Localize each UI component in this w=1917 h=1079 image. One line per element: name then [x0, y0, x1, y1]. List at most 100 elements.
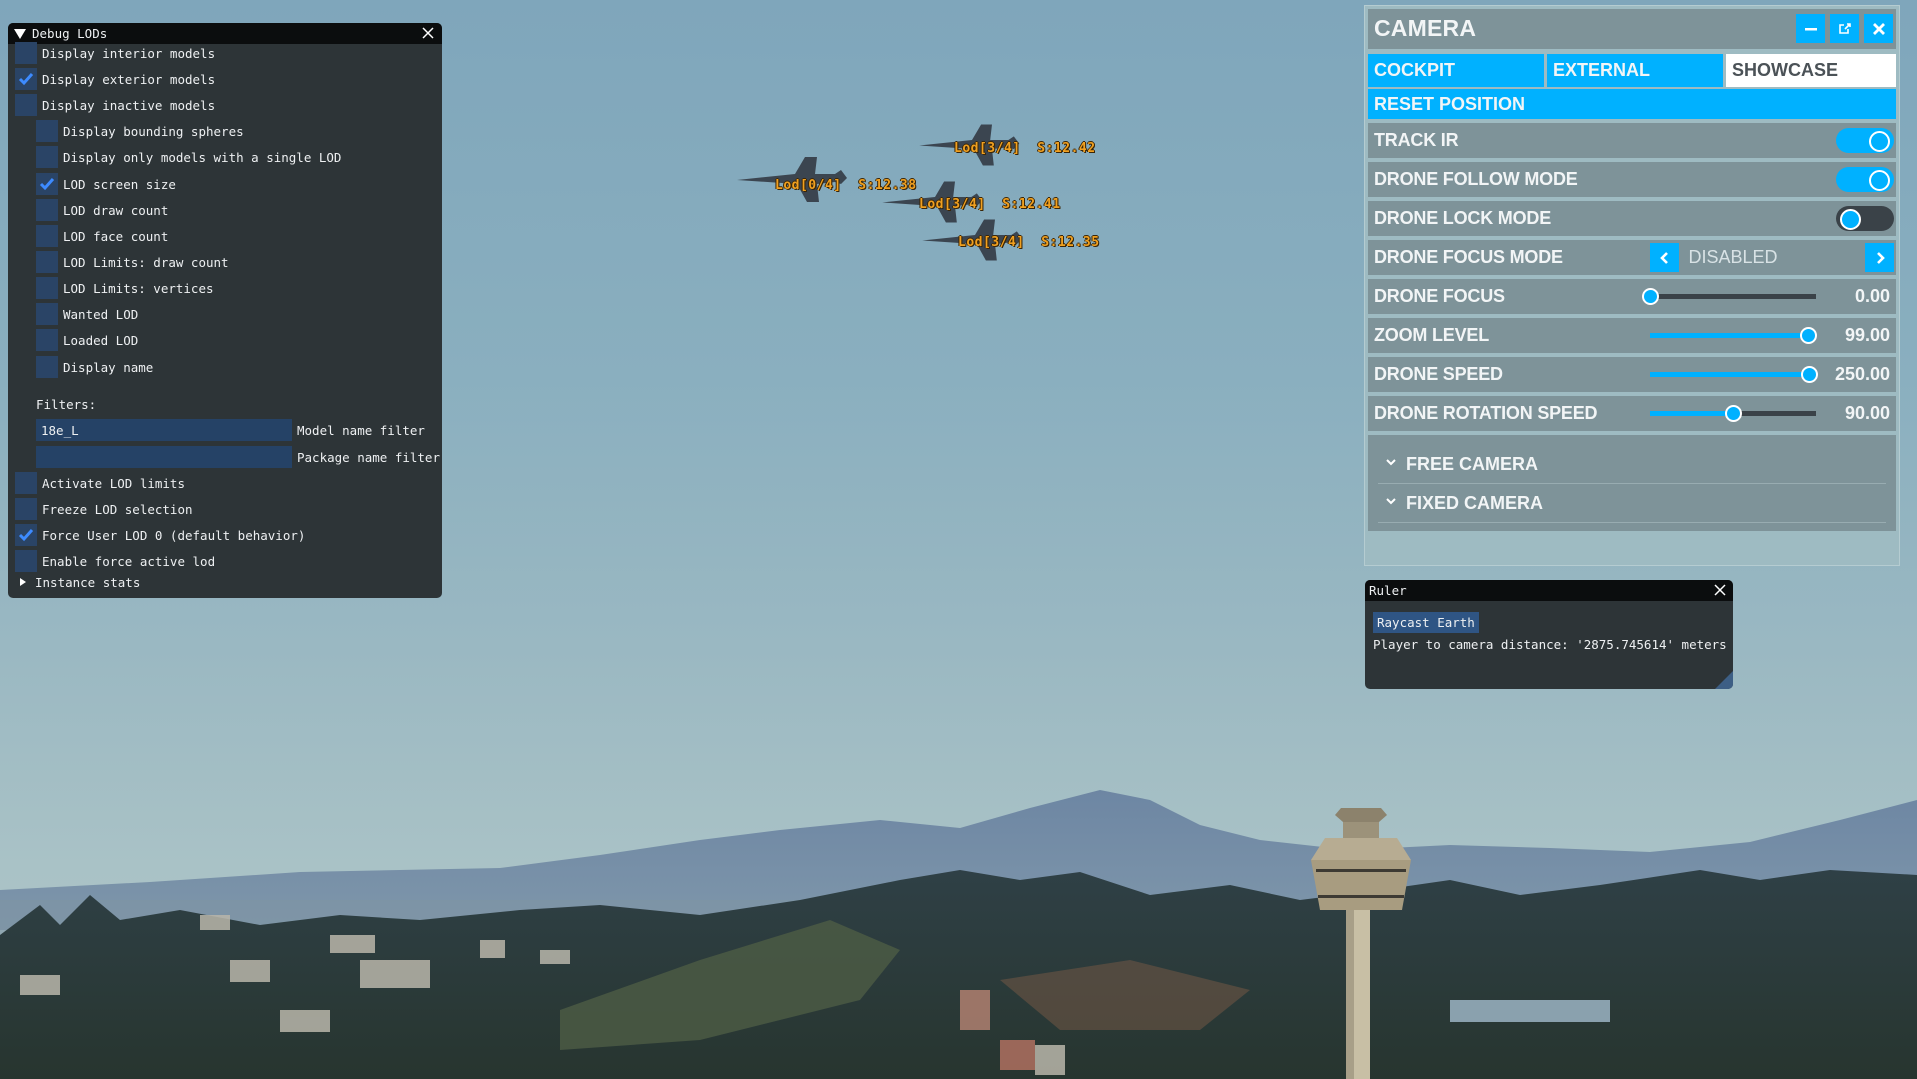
close-icon[interactable]	[420, 25, 436, 41]
debug-option-checkbox[interactable]: Display only models with a single LOD	[36, 146, 341, 168]
focus-mode-next-button[interactable]	[1865, 243, 1894, 272]
checkbox-label: Display bounding spheres	[63, 123, 244, 139]
debug-option-checkbox[interactable]: LOD Limits: draw count	[36, 251, 229, 273]
close-button[interactable]	[1864, 14, 1893, 43]
ruler-titlebar[interactable]: Ruler	[1365, 580, 1733, 601]
checkbox[interactable]	[36, 199, 58, 221]
model-name-filter-input[interactable]	[36, 419, 292, 441]
debug-option-checkbox[interactable]: Force User LOD 0 (default behavior)	[15, 524, 305, 546]
minimize-button[interactable]	[1796, 14, 1825, 43]
checkbox[interactable]	[15, 524, 37, 546]
debug-option-checkbox[interactable]: Freeze LOD selection	[15, 498, 193, 520]
checkbox-label: Enable force active lod	[42, 553, 216, 569]
debug-option-checkbox[interactable]: Display inactive models	[15, 94, 215, 116]
package-name-filter-input[interactable]	[36, 446, 292, 468]
checkbox[interactable]	[36, 146, 58, 168]
panel-title: Debug LODs	[32, 26, 108, 41]
section-fixed-camera[interactable]: FIXED CAMERA	[1378, 484, 1886, 523]
debug-option-checkbox[interactable]: LOD Limits: vertices	[36, 277, 214, 299]
close-icon[interactable]	[1713, 583, 1727, 597]
checkbox-label: LOD draw count	[63, 202, 169, 218]
checkbox[interactable]	[36, 225, 58, 247]
debug-lods-titlebar[interactable]: Debug LODs	[8, 23, 442, 44]
slider-thumb[interactable]	[1642, 288, 1659, 305]
external-window-icon	[1838, 22, 1851, 34]
debug-option-checkbox[interactable]: Enable force active lod	[15, 550, 215, 572]
checkbox[interactable]	[36, 356, 58, 378]
panel-title: CAMERA	[1374, 15, 1477, 41]
debug-option-checkbox[interactable]: LOD face count	[36, 225, 168, 247]
checkbox[interactable]	[36, 251, 58, 273]
drone-follow-mode-toggle[interactable]	[1836, 167, 1894, 192]
setting-row-drone-rotation-speed: DRONE ROTATION SPEED 90.00	[1368, 396, 1896, 431]
checkmark-icon	[18, 73, 34, 86]
checkbox-label: Display name	[63, 359, 154, 375]
checkbox[interactable]	[36, 120, 58, 142]
close-icon	[1872, 22, 1885, 35]
debug-option-checkbox[interactable]: Display exterior models	[15, 68, 215, 90]
checkbox[interactable]	[36, 277, 58, 299]
drone-rotation-speed-value: 90.00	[1844, 403, 1890, 423]
slider-thumb[interactable]	[1725, 405, 1742, 422]
debug-option-checkbox[interactable]: Wanted LOD	[36, 303, 138, 325]
checkbox-label: Loaded LOD	[63, 332, 139, 348]
debug-option-checkbox[interactable]: Display bounding spheres	[36, 120, 244, 142]
checkbox[interactable]	[15, 68, 37, 90]
zoom-level-value: 99.00	[1844, 325, 1890, 345]
checkbox[interactable]	[15, 550, 37, 572]
section-free-camera[interactable]: FREE CAMERA	[1378, 445, 1886, 484]
lake	[1450, 1000, 1610, 1022]
collapse-triangle-icon[interactable]	[14, 28, 26, 39]
tab-external[interactable]: EXTERNAL	[1547, 54, 1723, 87]
checkbox[interactable]	[36, 173, 58, 195]
slider-thumb[interactable]	[1799, 327, 1817, 344]
checkbox[interactable]	[15, 498, 37, 520]
drone-focus-slider[interactable]	[1642, 288, 1816, 305]
checkbox[interactable]	[36, 303, 58, 325]
slider-thumb[interactable]	[1801, 366, 1819, 383]
debug-option-checkbox[interactable]: Display interior models	[15, 42, 215, 64]
debug-option-checkbox[interactable]: Loaded LOD	[36, 329, 138, 351]
checkbox-label: Display interior models	[42, 45, 216, 61]
checkbox-label: Force User LOD 0 (default behavior)	[42, 527, 306, 543]
resize-grip[interactable]	[1715, 671, 1733, 689]
track-ir-toggle[interactable]	[1836, 128, 1894, 153]
instance-stats-tree-node[interactable]: Instance stats	[18, 571, 140, 593]
camera-titlebar: CAMERA	[1368, 9, 1896, 49]
checkbox[interactable]	[15, 42, 37, 64]
drone-lock-mode-toggle[interactable]	[1836, 206, 1894, 231]
camera-sections: FREE CAMERA FIXED CAMERA	[1368, 435, 1896, 531]
setting-row-drone-speed: DRONE SPEED 250.00	[1368, 357, 1896, 392]
checkbox-label: Display only models with a single LOD	[63, 149, 342, 165]
zoom-level-slider[interactable]	[1650, 327, 1817, 344]
setting-row-drone-focus: DRONE FOCUS 0.00	[1368, 279, 1896, 314]
checkbox[interactable]	[36, 329, 58, 351]
drone-speed-slider[interactable]	[1650, 366, 1819, 383]
checkbox-label: Wanted LOD	[63, 306, 139, 322]
ruler-panel: Ruler Raycast Earth Player to camera dis…	[1365, 580, 1733, 689]
model-name-filter-label: Model name filter	[297, 422, 425, 438]
checkbox-label: LOD face count	[63, 228, 169, 244]
checkbox-label: Display exterior models	[42, 71, 216, 87]
checkmark-icon	[39, 178, 55, 191]
expand-triangle-icon[interactable]	[18, 577, 28, 587]
tab-cockpit[interactable]: COCKPIT	[1368, 54, 1544, 87]
popout-button[interactable]	[1830, 14, 1859, 43]
drone-focus-value: 0.00	[1854, 286, 1890, 306]
setting-row-drone-focus-mode: DRONE FOCUS MODE DISABLED	[1368, 240, 1896, 275]
panel-title: Ruler	[1369, 583, 1407, 598]
tab-showcase[interactable]: SHOWCASE	[1726, 54, 1896, 87]
debug-option-checkbox[interactable]: LOD draw count	[36, 199, 168, 221]
debug-option-checkbox[interactable]: LOD screen size	[36, 173, 176, 195]
aircraft-lod-label: Lod[3/4] S:12.42	[954, 141, 1096, 156]
setting-row-drone-lock-mode: DRONE LOCK MODE	[1368, 201, 1896, 236]
debug-option-checkbox[interactable]: Display name	[36, 356, 153, 378]
drone-rotation-speed-slider[interactable]	[1650, 405, 1816, 422]
checkbox[interactable]	[15, 94, 37, 116]
raycast-earth-button[interactable]: Raycast Earth	[1373, 612, 1479, 633]
checkbox[interactable]	[15, 472, 37, 494]
debug-option-checkbox[interactable]: Activate LOD limits	[15, 472, 185, 494]
reset-position-button[interactable]: RESET POSITION	[1368, 89, 1896, 119]
package-name-filter-label: Package name filter	[297, 449, 440, 465]
setting-row-drone-follow-mode: DRONE FOLLOW MODE	[1368, 162, 1896, 197]
